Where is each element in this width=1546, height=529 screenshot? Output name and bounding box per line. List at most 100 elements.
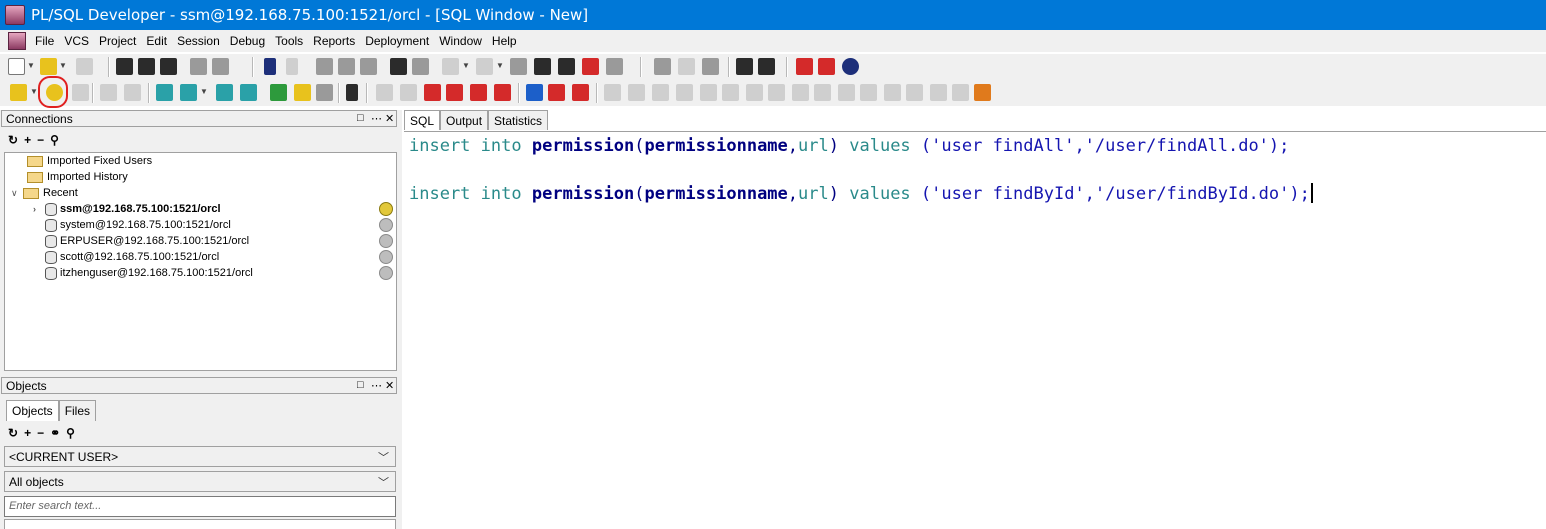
stop-red-icon[interactable]: [572, 84, 589, 101]
menu-window[interactable]: Window: [434, 34, 487, 48]
app-menu-icon[interactable]: [8, 32, 26, 50]
rollback-icon[interactable]: [124, 84, 141, 101]
preferences-icon[interactable]: [346, 84, 358, 101]
undo-icon[interactable]: [264, 58, 276, 75]
vcs-icon-3[interactable]: [652, 84, 669, 101]
back-icon[interactable]: [442, 58, 459, 75]
filter-icon[interactable]: ⚲: [66, 426, 75, 440]
pdf-icon[interactable]: [818, 58, 835, 75]
print-disabled-icon[interactable]: [76, 58, 93, 75]
menu-deployment[interactable]: Deployment: [360, 34, 434, 48]
remove-icon[interactable]: −: [37, 426, 44, 440]
add-icon[interactable]: +: [24, 426, 31, 440]
document-icon[interactable]: [316, 84, 333, 101]
paste-icon[interactable]: [360, 58, 377, 75]
vcs-icon-12[interactable]: [860, 84, 877, 101]
menu-help[interactable]: Help: [487, 34, 522, 48]
debug-run-icon[interactable]: [400, 84, 417, 101]
explain-plan-icon[interactable]: [216, 84, 233, 101]
remove-icon[interactable]: −: [37, 133, 44, 147]
vcs-icon-16[interactable]: [952, 84, 969, 101]
connection-key-icon[interactable]: [379, 218, 393, 232]
find-icon[interactable]: [390, 58, 407, 75]
debug-exception-icon[interactable]: [494, 84, 511, 101]
comment-icon[interactable]: [582, 58, 599, 75]
save-as-icon[interactable]: [138, 58, 155, 75]
tile-windows-icon[interactable]: [758, 58, 775, 75]
uncomment-icon[interactable]: [606, 58, 623, 75]
menu-session[interactable]: Session: [172, 34, 225, 48]
oracle-icon[interactable]: [796, 58, 813, 75]
vcs-icon-1[interactable]: [604, 84, 621, 101]
back-dropdown-icon[interactable]: ▼: [462, 60, 470, 72]
save-icon[interactable]: [116, 58, 133, 75]
tab-files[interactable]: Files: [58, 400, 97, 421]
connection-item[interactable]: scott@192.168.75.100:1521/orcl: [45, 249, 219, 265]
pin-icon[interactable]: ⋯: [371, 112, 382, 125]
menu-debug[interactable]: Debug: [225, 34, 270, 48]
connection-key-icon[interactable]: [379, 250, 393, 264]
panel-splitter[interactable]: [398, 110, 402, 529]
tab-output[interactable]: Output: [440, 110, 489, 130]
window-list-icon[interactable]: [736, 58, 753, 75]
add-icon[interactable]: +: [24, 133, 31, 147]
tree-folder-imported-fixed-users[interactable]: Imported Fixed Users: [27, 153, 152, 169]
connection-item[interactable]: system@192.168.75.100:1521/orcl: [45, 217, 231, 233]
menu-reports[interactable]: Reports: [308, 34, 360, 48]
vcs-icon-17[interactable]: [974, 84, 991, 101]
pin-icon[interactable]: ⋯: [371, 379, 382, 392]
debug-step-into-icon[interactable]: [424, 84, 441, 101]
macro-play-icon[interactable]: [678, 58, 695, 75]
connection-item[interactable]: ERPUSER@192.168.75.100:1521/orcl: [45, 233, 249, 249]
vcs-icon-8[interactable]: [768, 84, 785, 101]
logon-key-icon[interactable]: [10, 84, 27, 101]
commit-icon[interactable]: [100, 84, 117, 101]
forward-icon[interactable]: [476, 58, 493, 75]
unindent-icon[interactable]: [558, 58, 575, 75]
find-icon[interactable]: ⚭: [50, 426, 60, 440]
vcs-icon-9[interactable]: [792, 84, 809, 101]
report-icon[interactable]: [270, 84, 287, 101]
expand-chevron-icon[interactable]: ›: [33, 204, 43, 214]
connection-key-icon[interactable]: [379, 266, 393, 280]
arrow-right-red-icon[interactable]: [548, 84, 565, 101]
debug-start-icon[interactable]: [376, 84, 393, 101]
close-icon[interactable]: ✕: [385, 379, 394, 392]
chevron-down-icon[interactable]: ﹀: [378, 474, 389, 490]
save-all-icon[interactable]: [160, 58, 177, 75]
debug-step-over-icon[interactable]: [446, 84, 463, 101]
find-replace-icon[interactable]: [412, 58, 429, 75]
vcs-icon-7[interactable]: [746, 84, 763, 101]
open-icon[interactable]: [40, 58, 57, 75]
tab-sql[interactable]: SQL: [404, 110, 441, 130]
maximize-icon[interactable]: □: [357, 379, 364, 391]
cut-icon[interactable]: [316, 58, 333, 75]
menu-file[interactable]: File: [30, 34, 59, 48]
vcs-icon-13[interactable]: [884, 84, 901, 101]
menu-tools[interactable]: Tools: [270, 34, 308, 48]
print-setup-icon[interactable]: [212, 58, 229, 75]
menu-edit[interactable]: Edit: [141, 34, 172, 48]
object-type-select[interactable]: All objects ﹀: [4, 471, 396, 492]
macro-record-icon[interactable]: [654, 58, 671, 75]
info-icon[interactable]: [842, 58, 859, 75]
chevron-down-icon[interactable]: ﹀: [378, 449, 389, 465]
break-icon[interactable]: [72, 84, 89, 101]
filter-icon[interactable]: ⚲: [50, 133, 59, 147]
owner-select[interactable]: <CURRENT USER> ﹀: [4, 446, 396, 467]
refresh-icon[interactable]: ↻: [8, 133, 18, 147]
open-dropdown-icon[interactable]: ▼: [59, 60, 67, 72]
collapse-chevron-icon[interactable]: ∨: [11, 188, 21, 199]
vcs-icon-6[interactable]: [722, 84, 739, 101]
vcs-icon-5[interactable]: [700, 84, 717, 101]
copy-icon[interactable]: [338, 58, 355, 75]
print-icon[interactable]: [190, 58, 207, 75]
active-connection-key-icon[interactable]: [379, 202, 393, 216]
tab-objects[interactable]: Objects: [6, 400, 59, 421]
vcs-icon-14[interactable]: [906, 84, 923, 101]
object-browser-icon[interactable]: [294, 84, 311, 101]
menu-vcs[interactable]: VCS: [59, 34, 94, 48]
window-dropdown-icon[interactable]: ▼: [200, 86, 208, 98]
new-icon[interactable]: [8, 58, 25, 75]
sql-window-icon[interactable]: [156, 84, 173, 101]
